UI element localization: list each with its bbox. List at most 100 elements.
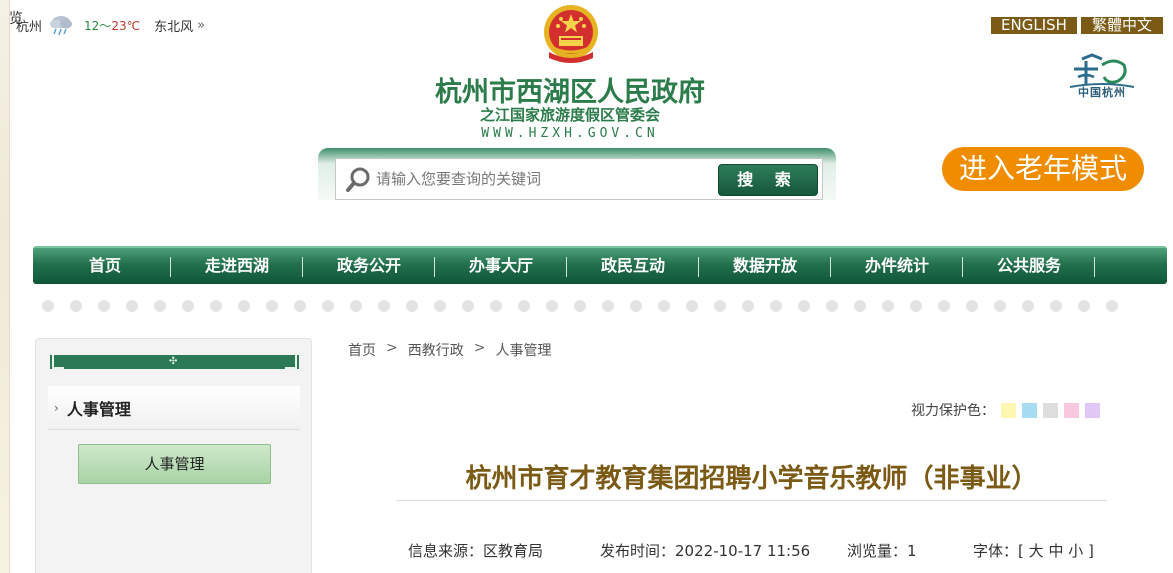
nav-interaction[interactable]: 政民互动	[567, 247, 699, 285]
main-nav: 首页 走进西湖 政务公开 办事大厅 政民互动 数据开放 办件统计 公共服务	[33, 246, 1167, 284]
divider-dot	[938, 300, 950, 312]
divider-dot	[826, 300, 838, 312]
divider-dot	[238, 300, 250, 312]
breadcrumb: 首页 > 西教行政 > 人事管理	[348, 340, 551, 360]
font-size-switch: 字体：[ 大 中 小 ]	[973, 540, 1094, 561]
font-small-button[interactable]: 小	[1068, 542, 1083, 560]
sidebar-item-hr[interactable]: 人事管理	[78, 444, 271, 484]
sidebar-heading: › 人事管理	[48, 386, 300, 430]
page: 览 杭州 12～23℃ 东北风 » 杭州市西湖区人民政府 之江国家旅游度假区管委…	[0, 0, 1173, 573]
font-large-button[interactable]: 大	[1029, 542, 1044, 560]
nav-statistics[interactable]: 办件统计	[831, 247, 963, 285]
nav-gov-affairs[interactable]: 政务公开	[303, 247, 435, 285]
nav-public-service[interactable]: 公共服务	[963, 247, 1095, 285]
nav-open-data[interactable]: 数据开放	[699, 247, 831, 285]
breadcrumb-hr[interactable]: 人事管理	[495, 340, 551, 360]
views-value: 1	[907, 542, 917, 560]
weather-temp-high: 23℃	[111, 18, 141, 33]
divider-dot	[378, 300, 390, 312]
sidebar-ornament: ✣	[50, 355, 299, 369]
ornament-right	[285, 355, 297, 369]
time-label: 发布时间：	[600, 542, 676, 560]
site-url: WWW.HZXH.GOV.CN	[481, 126, 659, 141]
divider-dot	[574, 300, 586, 312]
weather-temp-sep: ～	[99, 18, 112, 33]
divider-dot	[658, 300, 670, 312]
eye-care-swatch-blue[interactable]	[1022, 402, 1037, 418]
breadcrumb-edu-admin[interactable]: 西教行政	[408, 340, 464, 360]
font-open: [	[1018, 542, 1024, 560]
font-close: ]	[1088, 542, 1094, 560]
source-value: 区教育局	[483, 542, 544, 560]
article-source: 信息来源：区教育局	[408, 540, 543, 561]
eye-care-colors: 视力保护色：	[911, 400, 1100, 420]
chevron-right-icon: ›	[54, 400, 59, 415]
divider-dot	[770, 300, 782, 312]
nav-service-hall[interactable]: 办事大厅	[435, 247, 567, 285]
time-value: 2022-10-17 11:56	[675, 542, 811, 560]
divider-dot	[1078, 300, 1090, 312]
divider-dot	[350, 300, 362, 312]
nav-home[interactable]: 首页	[39, 247, 171, 285]
eye-care-label: 视力保护色：	[911, 403, 995, 419]
divider-dot	[686, 300, 698, 312]
article-time: 发布时间：2022-10-17 11:56	[600, 540, 810, 561]
search-input[interactable]	[376, 166, 706, 192]
divider-dot	[1022, 300, 1034, 312]
article-title: 杭州市育才教育集团招聘小学音乐教师（非事业）	[465, 464, 1038, 494]
traditional-chinese-link[interactable]: 繁體中文	[1081, 17, 1163, 34]
views-label: 浏览量：	[847, 542, 908, 560]
divider-dot	[742, 300, 754, 312]
divider-dot	[42, 300, 54, 312]
source-label: 信息来源：	[408, 542, 484, 560]
eye-care-swatch-gray[interactable]	[1043, 402, 1058, 418]
divider-dot	[546, 300, 558, 312]
eye-care-swatch-yellow[interactable]	[1001, 402, 1016, 418]
divider-dot	[322, 300, 334, 312]
article-divider	[396, 500, 1107, 501]
breadcrumb-separator: >	[473, 340, 486, 356]
divider-dot	[1106, 300, 1118, 312]
weather-temp-low: 12	[84, 18, 100, 33]
search-button[interactable]: 搜 索	[718, 164, 818, 196]
eye-care-swatch-pink[interactable]	[1064, 402, 1079, 418]
weather-temp: 12～23℃	[84, 17, 140, 34]
dot-divider	[42, 300, 1162, 314]
left-decoration	[0, 0, 10, 573]
divider-dot	[294, 300, 306, 312]
divider-dot	[266, 300, 278, 312]
article-views: 浏览量：1	[847, 540, 917, 561]
weather-wind: 东北风	[154, 19, 194, 35]
divider-dot	[406, 300, 418, 312]
double-chevron-right-icon[interactable]: »	[197, 18, 205, 33]
eye-care-swatch-purple[interactable]	[1085, 402, 1100, 418]
divider-dot	[882, 300, 894, 312]
font-medium-button[interactable]: 中	[1048, 542, 1063, 560]
weather-city: 杭州	[16, 19, 43, 35]
cloud-rain-icon	[50, 16, 73, 36]
national-emblem-icon	[544, 5, 598, 63]
english-link[interactable]: ENGLISH	[991, 17, 1077, 34]
divider-dot	[126, 300, 138, 312]
divider-dot	[154, 300, 166, 312]
ornament-left	[52, 355, 64, 369]
weather-widget: 杭州 12～23℃ 东北风 »	[16, 14, 205, 36]
site-subtitle: 之江国家旅游度假区管委会	[479, 106, 660, 124]
breadcrumb-separator: >	[386, 340, 398, 356]
divider-dot	[490, 300, 502, 312]
font-label: 字体：	[973, 542, 1019, 560]
hangzhou-logo-text: 中国杭州	[1078, 86, 1126, 99]
divider-dot	[210, 300, 222, 312]
divider-dot	[434, 300, 446, 312]
elder-mode-button[interactable]: 进入老年模式	[942, 147, 1144, 191]
divider-dot	[1050, 300, 1062, 312]
ornament-center-icon: ✣	[169, 356, 178, 367]
divider-dot	[602, 300, 614, 312]
divider-dot	[714, 300, 726, 312]
search-icon	[346, 167, 370, 192]
nav-about-xihu[interactable]: 走进西湖	[171, 247, 303, 285]
breadcrumb-home[interactable]: 首页	[348, 340, 376, 360]
divider-dot	[966, 300, 978, 312]
divider-dot	[994, 300, 1006, 312]
divider-dot	[462, 300, 474, 312]
